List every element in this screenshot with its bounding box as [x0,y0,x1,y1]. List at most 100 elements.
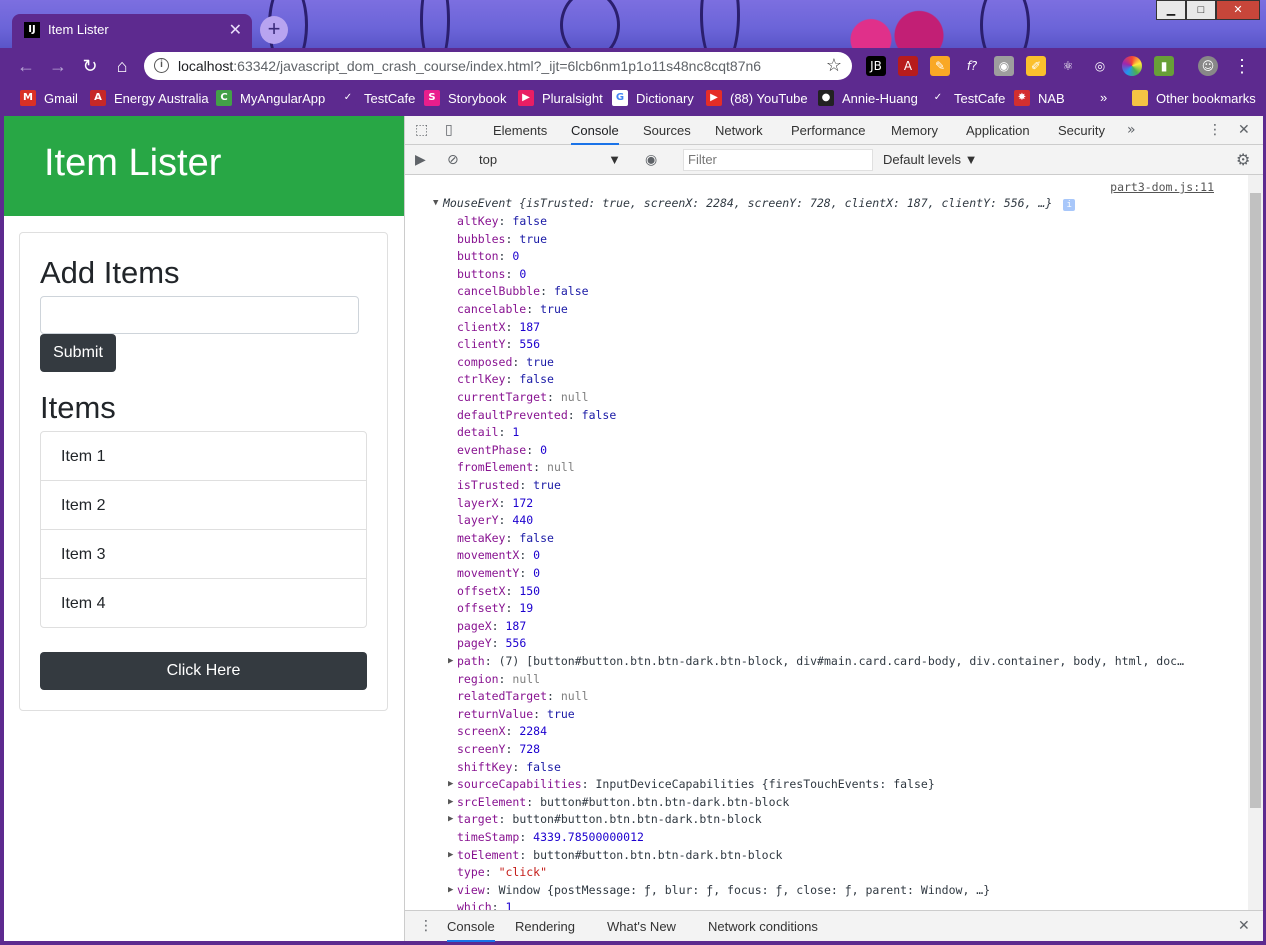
close-tab-icon[interactable]: ✕ [229,20,242,40]
mouseevent-summary[interactable]: ▼ MouseEvent {isTrusted: true, screenX: … [433,195,1076,213]
close-devtools-icon[interactable]: ✕ [1238,116,1250,145]
close-drawer-icon[interactable]: ✕ [1238,911,1250,942]
react-extension-icon[interactable]: ⚛ [1058,56,1078,76]
expand-triangle-icon[interactable]: ▶ [448,882,453,900]
submit-button[interactable]: Submit [40,334,116,372]
collapse-triangle-icon[interactable]: ▼ [433,195,438,213]
minimize-button[interactable]: ▁ [1156,0,1186,20]
bookmark-favicon-icon: S [424,90,440,106]
devtools-tab-elements[interactable]: Elements [493,116,547,145]
target-extension-icon[interactable]: ◎ [1090,56,1110,76]
console-property-row[interactable]: ▶ view: Window {postMessage: ƒ, blur: ƒ, … [448,882,990,900]
console-scrollbar[interactable] [1248,175,1263,910]
maximize-button[interactable]: □ [1186,0,1216,20]
live-expression-eye-icon[interactable]: ◉ [645,145,657,175]
property-key: metaKey [457,530,506,545]
click-here-button[interactable]: Click Here [40,652,367,690]
bookmark-item[interactable]: ✓ TestCafe [930,90,1005,106]
list-item[interactable]: Item 3 [41,530,366,579]
color-picker-extension-icon[interactable]: ✐ [1026,56,1046,76]
log-levels-dropdown[interactable]: Default levels ▼ [883,149,978,171]
reload-icon[interactable]: ↻ [78,54,102,78]
more-tabs-icon[interactable]: » [1127,116,1136,145]
scrollbar-thumb[interactable] [1250,193,1261,808]
back-icon[interactable]: ← [14,54,38,78]
forward-icon[interactable]: → [46,54,70,78]
inspect-element-icon[interactable]: ⬚ [415,116,428,145]
bookmark-item[interactable]: C MyAngularApp [216,90,325,106]
property-value: button#button.btn.btn-dark.btn-block [512,812,762,827]
info-badge-icon[interactable]: i [1063,199,1076,211]
bookmark-item[interactable]: ▶ Pluralsight [518,90,603,106]
url-text[interactable]: localhost:63342/javascript_dom_crash_cou… [178,58,761,74]
devtools-menu-icon[interactable]: ⋮ [1208,116,1222,145]
drawer-tab[interactable]: Rendering [515,911,575,942]
drawer-menu-icon[interactable]: ⋮ [419,911,433,942]
drawer-tab[interactable]: Network conditions [708,911,818,942]
list-item[interactable]: Item 4 [41,579,366,628]
bookmark-item[interactable]: G Dictionary [612,90,694,106]
filter-input[interactable]: Filter [683,149,873,171]
list-item[interactable]: Item 1 [41,432,366,481]
devtools-tab-sources[interactable]: Sources [643,116,691,145]
console-property-row[interactable]: ▶ target: button#button.btn.btn-dark.btn-… [448,811,762,829]
jetbrains-extension-icon[interactable]: JB [866,56,886,76]
list-item[interactable]: Item 2 [41,481,366,530]
home-icon[interactable]: ⌂ [110,54,134,78]
drawer-tab[interactable]: What's New [607,911,676,942]
bookmark-item[interactable]: S Storybook [424,90,507,106]
profile-avatar[interactable]: ☺ [1198,56,1218,76]
close-window-button[interactable]: ✕ [1216,0,1260,20]
stats-extension-icon[interactable]: ▮ [1154,56,1174,76]
expand-triangle-icon[interactable]: ▶ [448,794,453,812]
clear-console-icon[interactable]: ⊘ [447,145,459,175]
bookmark-item[interactable]: ✸ NAB [1014,90,1065,106]
property-separator: : [519,830,534,844]
function-extension-icon[interactable]: f? [962,56,982,76]
console-property-row[interactable]: ▶ toElement: button#button.btn.btn-dark.b… [448,847,782,865]
bookmark-item[interactable]: ▶ (88) YouTube [706,90,808,106]
new-tab-button[interactable]: + [260,16,288,44]
expand-triangle-icon[interactable]: ▶ [448,653,453,671]
context-selector[interactable]: top ▼ [479,149,629,171]
other-bookmarks[interactable]: Other bookmarks [1132,90,1256,106]
bookmark-item[interactable]: ✓ TestCafe [340,90,415,106]
devtools-tab-application[interactable]: Application [966,116,1030,145]
devtools-tab-console[interactable]: Console [571,116,619,145]
devtools-tab-memory[interactable]: Memory [891,116,938,145]
coral-decoration [835,6,955,48]
bookmark-item[interactable]: A Energy Australia [90,90,209,106]
devtools-tab-network[interactable]: Network [715,116,763,145]
menu-kebab-icon[interactable]: ⋮ [1230,54,1254,78]
camera-extension-icon[interactable]: ◉ [994,56,1014,76]
sidebar-toggle-icon[interactable]: ▶ [415,145,426,175]
expand-triangle-icon[interactable]: ▶ [448,811,453,829]
devtools-tab-security[interactable]: Security [1058,116,1105,145]
device-toolbar-icon[interactable]: ▯ [445,116,453,145]
bookmark-item[interactable]: ● Annie-Huang [818,90,918,106]
drawer-tab[interactable]: Console [447,911,495,942]
source-link[interactable]: part3-dom.js:11 [1110,180,1214,194]
notes-extension-icon[interactable]: ✎ [930,56,950,76]
expand-triangle-icon[interactable]: ▶ [448,847,453,865]
pdf-extension-icon[interactable]: A [898,56,918,76]
devtools-tab-performance[interactable]: Performance [791,116,865,145]
property-key: which [457,900,492,910]
console-property-row[interactable]: ▶ srcElement: button#button.btn.btn-dark.… [448,794,789,812]
item-input[interactable] [40,296,359,334]
info-icon[interactable]: i [154,58,169,73]
bookmarks-overflow-icon[interactable]: » [1100,90,1107,105]
background-decoration [980,0,1030,48]
color-wheel-extension-icon[interactable] [1122,56,1142,76]
bookmark-star-icon[interactable]: ☆ [826,55,842,76]
address-bar[interactable]: i localhost:63342/javascript_dom_crash_c… [144,52,852,80]
expand-triangle-icon[interactable]: ▶ [448,776,453,794]
console-property-row[interactable]: ▶ path: (7) [button#button.btn.btn-dark.b… [448,653,1184,671]
property-separator: : [498,812,513,827]
property-separator: : [491,636,506,651]
browser-tab[interactable]: IJ Item Lister ✕ [12,14,252,48]
console-settings-gear-icon[interactable]: ⚙ [1236,145,1250,175]
tab-strip: IJ Item Lister ✕ + ▁ □ ✕ [0,0,1266,48]
console-property-row[interactable]: ▶ sourceCapabilities: InputDeviceCapabili… [448,776,935,794]
bookmark-item[interactable]: M Gmail [20,90,78,106]
